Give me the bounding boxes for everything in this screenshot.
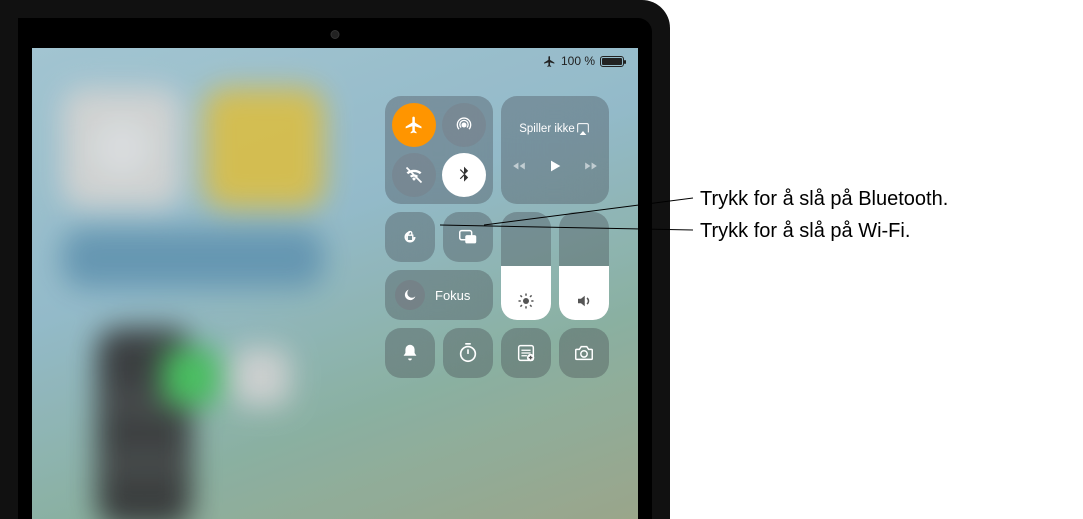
bluetooth-button[interactable] bbox=[442, 153, 486, 197]
rotation-lock-icon bbox=[399, 226, 421, 248]
timer-icon bbox=[457, 342, 479, 364]
connectivity-group bbox=[385, 96, 493, 204]
camera-icon bbox=[573, 342, 595, 364]
next-button[interactable] bbox=[583, 159, 599, 178]
airdrop-icon bbox=[454, 115, 474, 135]
previous-button[interactable] bbox=[511, 159, 527, 178]
volume-icon bbox=[575, 292, 593, 310]
focus-button[interactable]: Fokus bbox=[385, 270, 493, 320]
timer-button[interactable] bbox=[443, 328, 493, 378]
battery-icon bbox=[600, 56, 624, 67]
wifi-off-icon bbox=[404, 165, 424, 185]
airplane-icon bbox=[404, 115, 424, 135]
wifi-button[interactable] bbox=[392, 153, 436, 197]
now-playing-tile[interactable]: Spiller ikke bbox=[501, 96, 609, 204]
brightness-slider[interactable] bbox=[501, 212, 551, 320]
ipad-frame: 100 % bbox=[0, 0, 670, 519]
rotation-lock-button[interactable] bbox=[385, 212, 435, 262]
airplay-icon[interactable] bbox=[575, 121, 591, 137]
quick-note-button[interactable] bbox=[501, 328, 551, 378]
focus-label: Fokus bbox=[435, 288, 470, 303]
battery-percent: 100 % bbox=[561, 54, 595, 68]
control-center: Spiller ikke bbox=[385, 96, 610, 378]
bell-icon bbox=[399, 342, 421, 364]
play-button[interactable] bbox=[547, 157, 563, 180]
now-playing-label: Spiller ikke bbox=[519, 123, 575, 135]
ipad-bezel: 100 % bbox=[18, 18, 652, 519]
airplane-mode-button[interactable] bbox=[392, 103, 436, 147]
front-camera bbox=[331, 30, 340, 39]
callout-bluetooth: Trykk for å slå på Bluetooth. bbox=[700, 188, 948, 211]
media-controls bbox=[511, 157, 599, 180]
camera-button[interactable] bbox=[559, 328, 609, 378]
brightness-icon bbox=[517, 292, 535, 310]
callouts: Trykk for å slå på Bluetooth. Trykk for … bbox=[670, 0, 1083, 519]
moon-icon bbox=[402, 287, 418, 303]
volume-slider[interactable] bbox=[559, 212, 609, 320]
screen-mirroring-button[interactable] bbox=[443, 212, 493, 262]
bluetooth-icon bbox=[454, 165, 474, 185]
silent-mode-button[interactable] bbox=[385, 328, 435, 378]
airplane-status-icon bbox=[543, 55, 556, 68]
screen: 100 % bbox=[32, 48, 638, 519]
screen-mirroring-icon bbox=[457, 226, 479, 248]
moon-icon-wrap bbox=[395, 280, 425, 310]
airdrop-button[interactable] bbox=[442, 103, 486, 147]
status-bar: 100 % bbox=[543, 54, 624, 68]
callout-wifi: Trykk for å slå på Wi-Fi. bbox=[700, 220, 910, 243]
note-icon bbox=[515, 342, 537, 364]
